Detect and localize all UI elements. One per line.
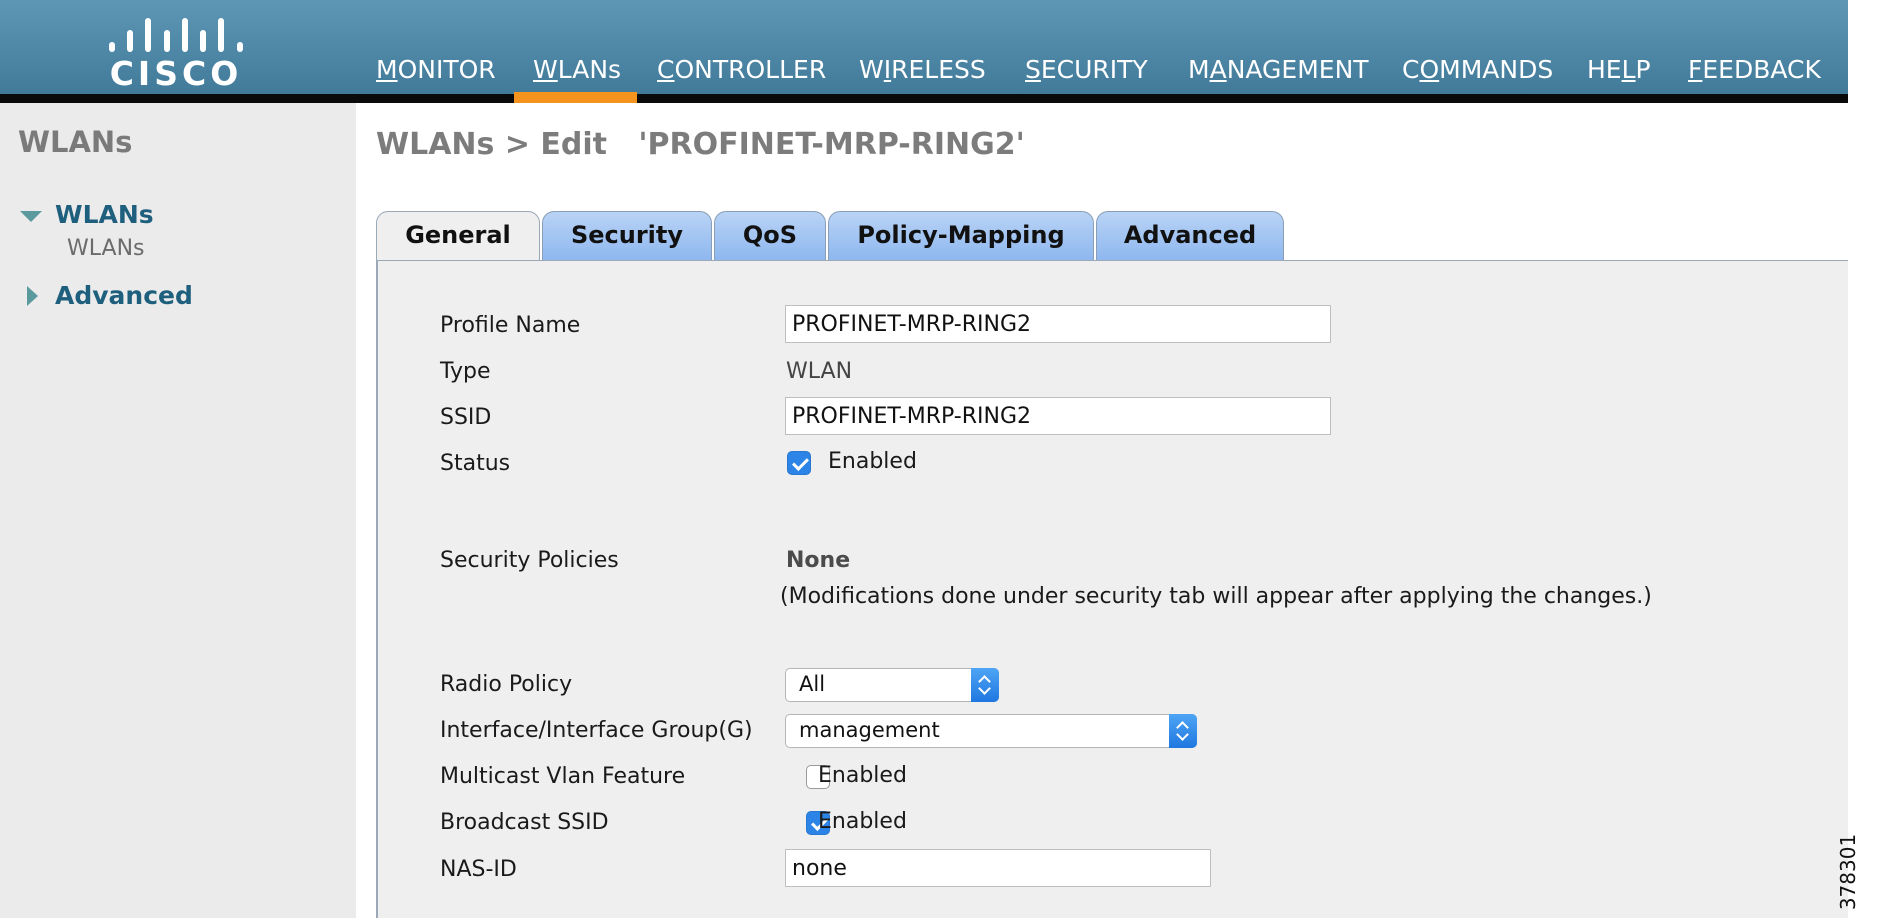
logo-text: CISCO (109, 54, 243, 93)
multicast-vlan-label: Multicast Vlan Feature (440, 764, 686, 789)
nav-wireless[interactable]: WIRELESS (859, 0, 986, 94)
sidebar-subitem-wlans[interactable]: WLANs (67, 236, 144, 261)
nav-active-indicator (514, 92, 637, 103)
sidebar-item-wlans[interactable]: WLANs (55, 200, 154, 229)
profile-name-label: Profile Name (440, 313, 581, 338)
nav-wlans[interactable]: WLANs (533, 0, 621, 94)
radio-policy-select[interactable]: All (785, 668, 999, 702)
select-arrows-icon (971, 668, 999, 702)
top-header: CISCO MONITOR WLANs CONTROLLER WIRELESS … (0, 0, 1848, 103)
multicast-vlan-enabled-label: Enabled (818, 763, 907, 788)
sidebar-item-advanced[interactable]: Advanced (55, 281, 193, 310)
sidebar-title: WLANs (18, 125, 133, 159)
type-label: Type (440, 359, 491, 384)
main-content: WLANs > Edit 'PROFINET-MRP-RING2' Genera… (356, 103, 1848, 918)
general-panel: Profile Name PROFINET-MRP-RING2 Type WLA… (376, 261, 1848, 918)
type-value: WLAN (786, 359, 853, 384)
page-title: WLANs > Edit 'PROFINET-MRP-RING2' (376, 127, 1025, 162)
nav-security[interactable]: SECURITY (1025, 0, 1148, 94)
radio-policy-label: Radio Policy (440, 672, 573, 697)
figure-id-text: 378301 (1836, 833, 1861, 911)
tab-qos[interactable]: QoS (714, 211, 826, 261)
broadcast-ssid-enabled-label: Enabled (818, 809, 907, 834)
cisco-logo-bars-icon (108, 8, 244, 52)
tab-advanced[interactable]: Advanced (1096, 211, 1284, 261)
nav-help[interactable]: HELP (1587, 0, 1651, 94)
nav-management[interactable]: MANAGEMENT (1188, 0, 1369, 94)
ssid-label: SSID (440, 405, 492, 430)
nav-commands[interactable]: COMMANDS (1402, 0, 1553, 94)
nav-feedback[interactable]: FEEDBACK (1688, 0, 1821, 94)
triangle-down-icon[interactable] (20, 211, 42, 222)
security-policies-value: None (786, 548, 851, 573)
tab-security[interactable]: Security (542, 211, 712, 261)
status-checkbox[interactable] (787, 451, 811, 475)
profile-name-field[interactable]: PROFINET-MRP-RING2 (785, 305, 1331, 343)
tab-general[interactable]: General (376, 211, 540, 263)
nav-controller[interactable]: CONTROLLER (657, 0, 826, 94)
ssid-field[interactable]: PROFINET-MRP-RING2 (785, 397, 1331, 435)
figure-id: 378301 (1836, 830, 1880, 918)
nav-monitor[interactable]: MONITOR (376, 0, 496, 94)
interface-label: Interface/Interface Group(G) (440, 718, 753, 743)
interface-value: management (799, 718, 940, 742)
sidebar: WLANs WLANs WLANs Advanced (0, 103, 356, 918)
status-label: Status (440, 451, 511, 476)
broadcast-ssid-label: Broadcast SSID (440, 810, 609, 835)
status-enabled-label: Enabled (828, 449, 917, 474)
interface-select[interactable]: management (785, 714, 1197, 748)
cisco-logo[interactable]: CISCO (108, 8, 244, 93)
security-policies-note: (Modifications done under security tab w… (780, 584, 1652, 609)
header-divider (0, 94, 1848, 103)
security-policies-label: Security Policies (440, 548, 619, 573)
triangle-right-icon[interactable] (27, 286, 38, 306)
radio-policy-value: All (799, 672, 826, 696)
nas-id-label: NAS-ID (440, 857, 517, 882)
select-arrows-icon (1169, 714, 1197, 748)
tab-policy-mapping[interactable]: Policy-Mapping (828, 211, 1094, 261)
nas-id-field[interactable]: none (785, 849, 1211, 887)
